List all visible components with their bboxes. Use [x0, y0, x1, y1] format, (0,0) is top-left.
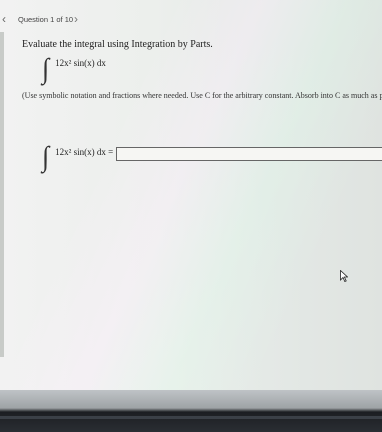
instructions-note: (Use symbolic notation and fractions whe…	[22, 91, 382, 100]
problem-instruction: Evaluate the integral using Integration …	[22, 39, 213, 50]
chevron-left-icon[interactable]: ‹	[2, 12, 6, 26]
answer-lhs: 12x² sin(x) dx =	[55, 147, 114, 157]
question-nav-bar: ‹ Question 1 of 10 ›	[0, 10, 382, 28]
integral-sign: ∫	[42, 52, 50, 85]
taskbar	[0, 390, 382, 432]
taskbar-stripe	[0, 416, 382, 419]
integrand: 12x² sin(x) dx	[55, 58, 106, 68]
answer-input[interactable]	[116, 147, 382, 161]
integral-sign: ∫	[42, 140, 50, 173]
answer-expression: ∫ 12x² sin(x) dx =	[42, 140, 114, 173]
integral-expression: ∫ 12x² sin(x) dx	[42, 52, 106, 85]
mouse-pointer-icon	[340, 270, 348, 282]
left-rail	[0, 32, 4, 357]
question-counter: Question 1 of 10	[18, 15, 74, 24]
chevron-right-icon[interactable]: ›	[74, 12, 78, 26]
